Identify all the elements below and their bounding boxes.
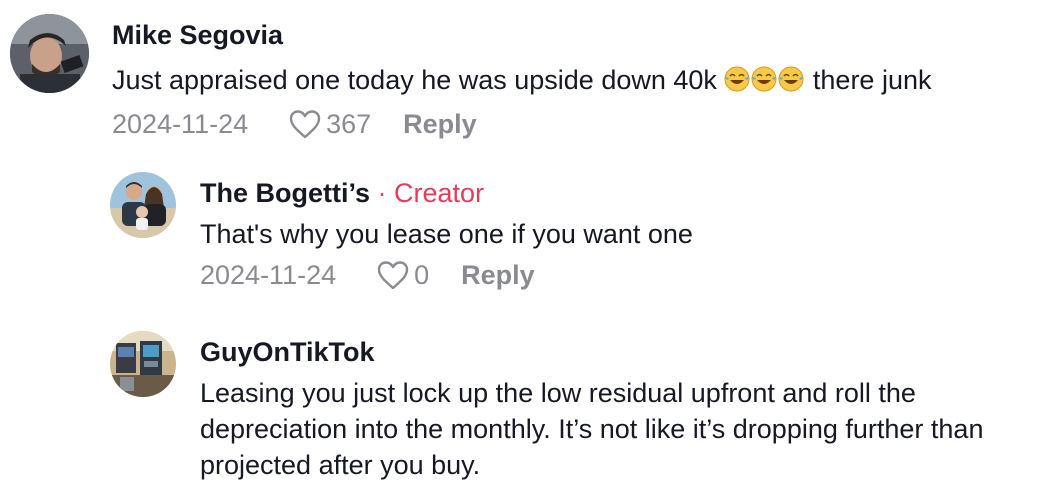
comment-body: GuyOnTikTok Leasing you just lock up the… [200,337,1020,483]
avatar[interactable] [110,172,176,238]
avatar[interactable] [110,331,176,397]
like-count: 0 [414,260,430,290]
comment-text: Leasing you just lock up the low residua… [200,378,984,480]
comment-date: 2024-11-24 [112,109,249,139]
comment-body: Mike Segovia Just appraised one today he… [112,20,931,140]
comment-date: 2024-11-24 [200,260,337,290]
avatar[interactable] [10,14,89,93]
username[interactable]: GuyOnTikTok [200,337,1020,367]
username[interactable]: The Bogetti’s [200,178,370,208]
comment-meta: 2024-11-24 367 Reply [112,108,931,140]
comment-text: That's why you lease one if you want one [200,219,693,249]
reply-button[interactable]: Reply [461,259,535,291]
username[interactable]: Mike Segovia [112,20,931,50]
joy-emoji-icon [724,65,805,95]
comment-text-part: there junk [805,65,932,95]
comment-meta: 2024-11-24 0 Reply [200,259,693,291]
reply-button[interactable]: Reply [403,108,477,140]
like-button[interactable]: 367 [288,108,371,140]
comment-text: Just appraised one today he was upside d… [112,62,931,98]
reply-comment: The Bogetti’s · Creator That's why you l… [110,172,693,291]
comment: Mike Segovia Just appraised one today he… [10,14,931,140]
heart-outline-icon[interactable] [376,260,410,290]
username-row: The Bogetti’s · Creator [200,178,693,208]
heart-outline-icon[interactable] [288,109,322,139]
creator-badge: · Creator [377,178,485,208]
comment-body: The Bogetti’s · Creator That's why you l… [200,178,693,291]
like-count: 367 [326,109,372,139]
like-button[interactable]: 0 [376,259,429,291]
comment-text-part: Just appraised one today he was upside d… [112,65,725,95]
reply-comment: GuyOnTikTok Leasing you just lock up the… [110,331,1020,483]
